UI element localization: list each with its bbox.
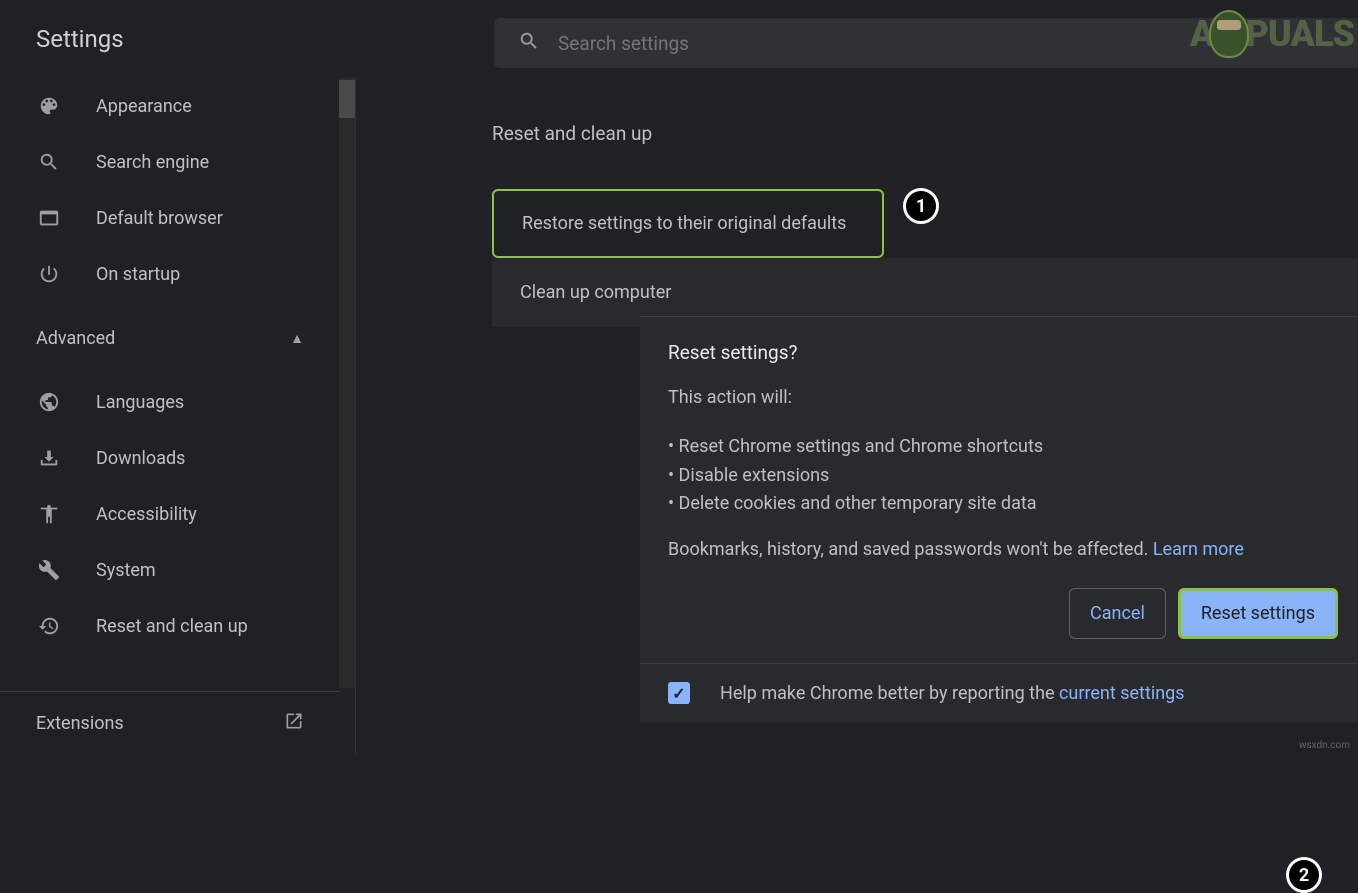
- dialog-intro: This action will:: [640, 384, 1358, 413]
- page-title: Settings: [36, 25, 494, 53]
- sidebar-item-downloads[interactable]: Downloads: [0, 430, 340, 486]
- dialog-bullets: • Reset Chrome settings and Chrome short…: [640, 433, 1358, 519]
- sidebar-item-label: Languages: [96, 392, 184, 413]
- sidebar-item-extensions[interactable]: Extensions: [0, 691, 340, 755]
- sidebar-item-label: On startup: [96, 264, 180, 285]
- help-checkbox[interactable]: ✓: [668, 682, 690, 704]
- sidebar-item-label: System: [96, 560, 156, 581]
- scrollbar-track[interactable]: ▲: [339, 78, 355, 688]
- scrollbar-thumb[interactable]: [339, 80, 355, 118]
- option-label: Clean up computer: [520, 282, 671, 303]
- search-icon: [36, 149, 62, 175]
- logo-face-icon: [1209, 10, 1249, 58]
- annotation-step-1: 1: [903, 188, 939, 224]
- globe-icon: [36, 389, 62, 415]
- dialog-footer: Bookmarks, history, and saved passwords …: [640, 539, 1358, 560]
- advanced-label: Advanced: [36, 328, 115, 349]
- sidebar-item-default-browser[interactable]: Default browser: [0, 190, 340, 246]
- sidebar-item-reset[interactable]: Reset and clean up: [0, 598, 340, 654]
- sidebar-item-languages[interactable]: Languages: [0, 374, 340, 430]
- sidebar-item-label: Downloads: [96, 448, 185, 469]
- help-reporting-row: ✓ Help make Chrome better by reporting t…: [640, 663, 1358, 722]
- extensions-label: Extensions: [36, 713, 124, 734]
- power-icon: [36, 261, 62, 287]
- sidebar-item-label: Search engine: [96, 152, 209, 173]
- browser-icon: [36, 205, 62, 231]
- palette-icon: [36, 93, 62, 119]
- sidebar-item-accessibility[interactable]: Accessibility: [0, 486, 340, 542]
- annotation-step-2: 2: [1286, 857, 1322, 893]
- help-text: Help make Chrome better by reporting the: [720, 683, 1059, 704]
- cancel-button[interactable]: Cancel: [1069, 588, 1166, 639]
- sidebar-item-label: Default browser: [96, 208, 223, 229]
- option-label: Restore settings to their original defau…: [522, 213, 846, 234]
- learn-more-link[interactable]: Learn more: [1153, 539, 1244, 560]
- section-title: Reset and clean up: [492, 122, 1358, 145]
- bullet-item: • Reset Chrome settings and Chrome short…: [668, 433, 1330, 462]
- sidebar-item-label: Appearance: [96, 96, 192, 117]
- open-external-icon: [284, 711, 304, 736]
- sidebar-item-label: Reset and clean up: [96, 616, 248, 637]
- sidebar-advanced-header[interactable]: Advanced ▲: [0, 310, 340, 366]
- restore-icon: [36, 613, 62, 639]
- accessibility-icon: [36, 501, 62, 527]
- watermark: wsxdn.com: [1299, 740, 1350, 751]
- sidebar-item-on-startup[interactable]: On startup: [0, 246, 340, 302]
- appuals-logo: A PUALS: [1190, 10, 1354, 58]
- sidebar-item-appearance[interactable]: Appearance: [0, 78, 340, 134]
- search-icon: [518, 30, 558, 56]
- reset-settings-button[interactable]: Reset settings: [1178, 588, 1338, 639]
- dialog-title: Reset settings?: [640, 341, 1358, 364]
- download-icon: [36, 445, 62, 471]
- wrench-icon: [36, 557, 62, 583]
- bullet-item: • Delete cookies and other temporary sit…: [668, 490, 1330, 519]
- reset-settings-dialog: Reset settings? This action will: • Rese…: [640, 316, 1358, 722]
- sidebar-item-label: Accessibility: [96, 504, 197, 525]
- bullet-item: • Disable extensions: [668, 462, 1330, 491]
- sidebar-item-system[interactable]: System: [0, 542, 340, 598]
- sidebar-item-search-engine[interactable]: Search engine: [0, 134, 340, 190]
- current-settings-link[interactable]: current settings: [1059, 683, 1185, 704]
- chevron-up-icon: ▲: [290, 330, 304, 347]
- option-restore-defaults[interactable]: Restore settings to their original defau…: [492, 189, 884, 258]
